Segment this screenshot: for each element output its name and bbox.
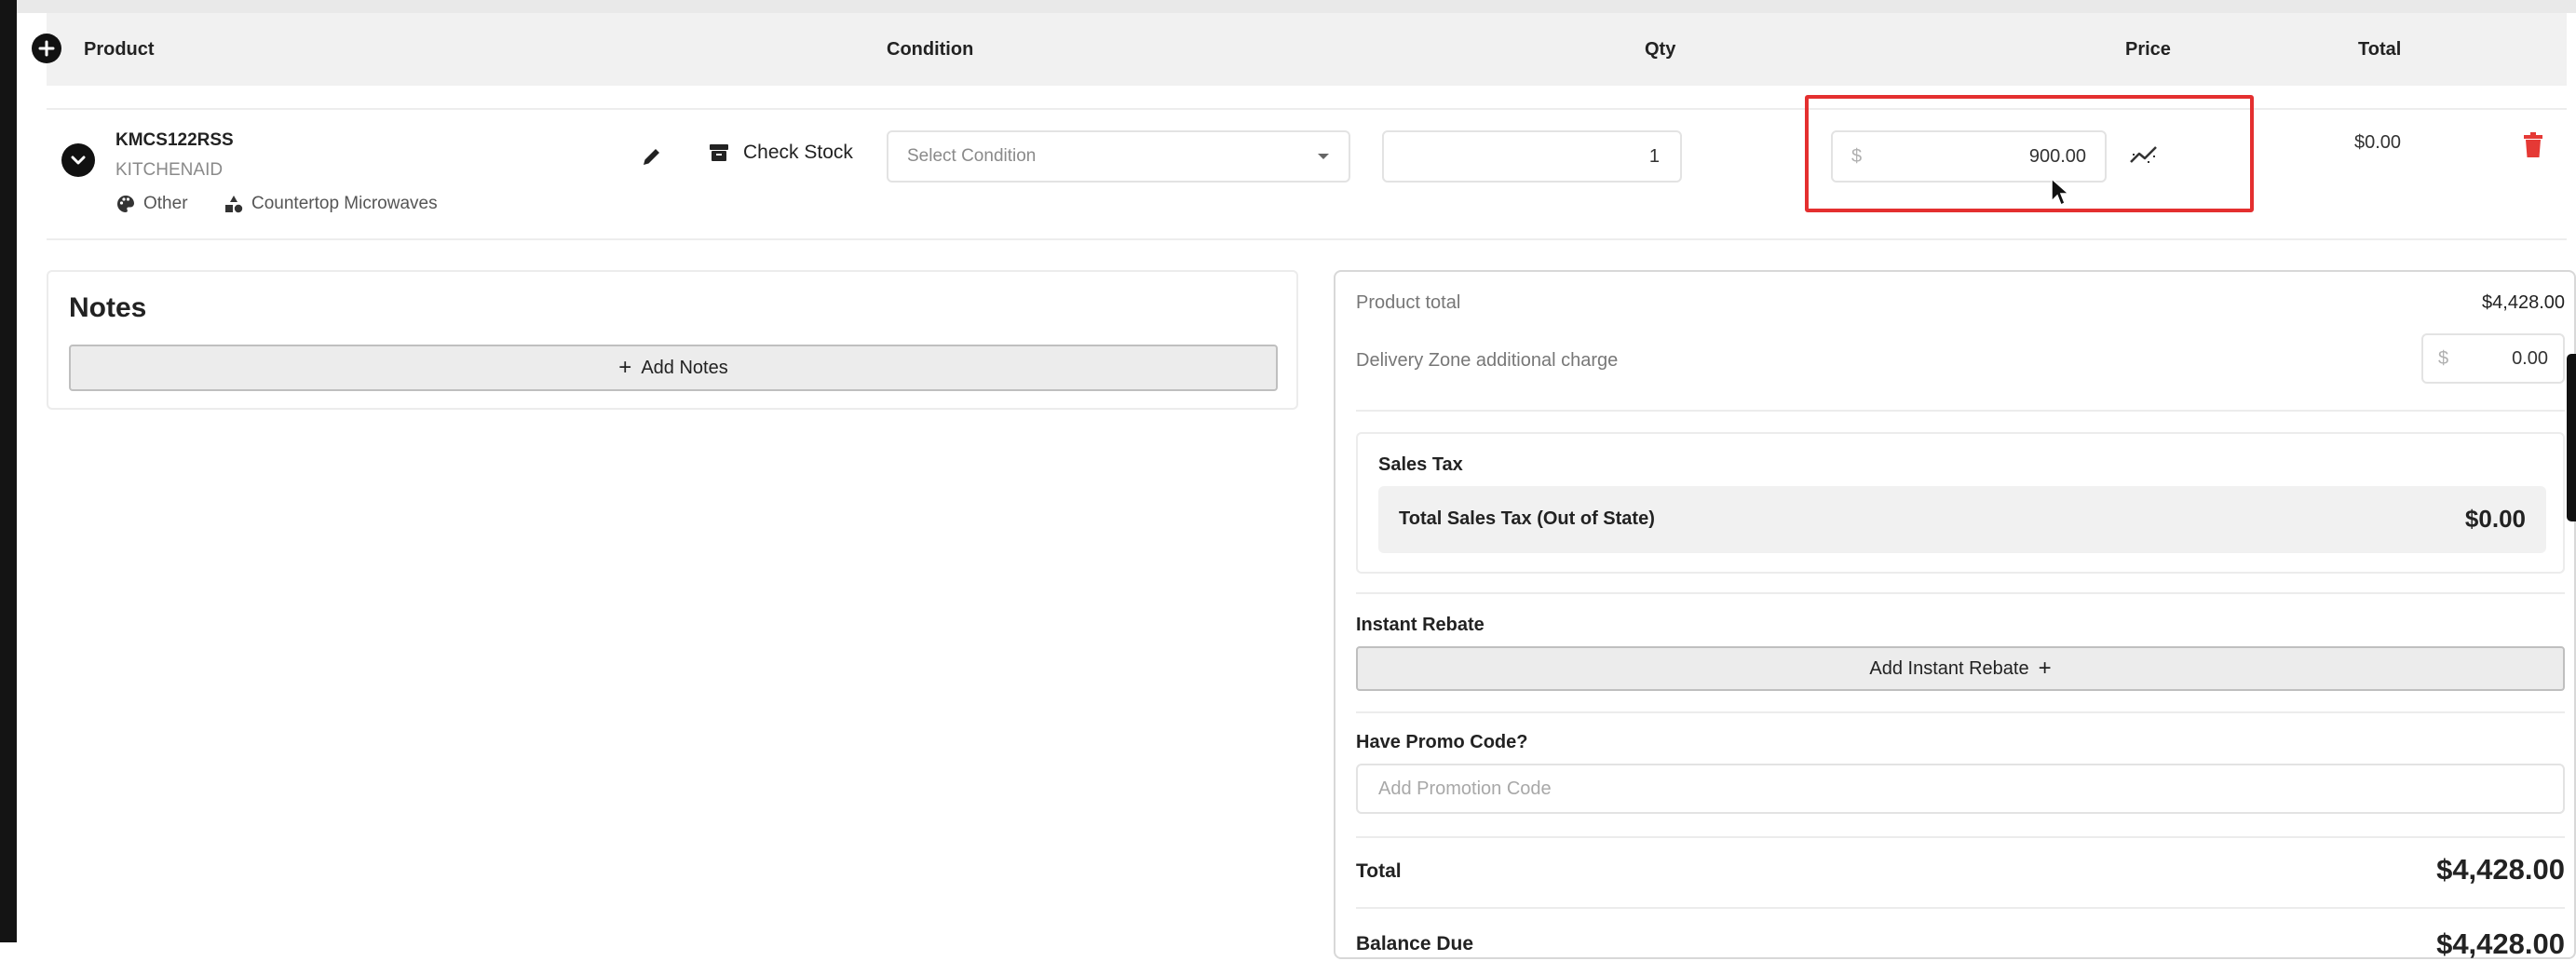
sales-tax-row: Total Sales Tax (Out of State) $0.00 xyxy=(1378,486,2546,553)
sales-tax-row-value: $0.00 xyxy=(2464,505,2526,533)
header-total: Total xyxy=(2358,38,2402,60)
product-total-value: $4,428.00 xyxy=(2482,292,2565,313)
top-scroll-shadow xyxy=(17,0,2576,13)
header-condition: Condition xyxy=(887,38,974,60)
row-total: $0.00 xyxy=(2354,132,2402,153)
summary-divider-2 xyxy=(1356,592,2565,594)
delete-row-button[interactable] xyxy=(2522,132,2544,163)
price-history-button[interactable] xyxy=(2129,143,2161,170)
price-currency: $ xyxy=(1851,145,1863,167)
scrollbar-thumb[interactable] xyxy=(2567,354,2576,521)
plus-icon: + xyxy=(2038,656,2052,681)
summary-divider-5 xyxy=(1356,907,2565,909)
balance-due-label: Balance Due xyxy=(1356,933,1474,954)
add-product-button[interactable] xyxy=(32,34,61,63)
summary-divider-1 xyxy=(1356,410,2565,412)
add-notes-button[interactable]: + Add Notes xyxy=(69,345,1278,391)
header-product: Product xyxy=(84,38,155,60)
delivery-charge-input[interactable]: $ 0.00 xyxy=(2421,333,2565,384)
notes-card: Notes + Add Notes xyxy=(47,270,1298,410)
summary-divider-3 xyxy=(1356,711,2565,713)
add-instant-rebate-button[interactable]: Add Instant Rebate + xyxy=(1356,646,2565,691)
total-value: $4,428.00 xyxy=(2436,853,2565,886)
delivery-currency: $ xyxy=(2438,347,2449,369)
color-tag-label: Other xyxy=(143,194,188,213)
archive-icon xyxy=(710,144,728,161)
delivery-charge-value: 0.00 xyxy=(2512,347,2548,369)
notes-title: Notes xyxy=(69,292,147,323)
plus-icon: + xyxy=(618,355,632,380)
promo-code-placeholder: Add Promotion Code xyxy=(1378,778,1552,799)
expand-row-button[interactable] xyxy=(61,143,95,177)
qty-value: 1 xyxy=(1648,145,1660,167)
color-tag: Other xyxy=(115,194,188,214)
delivery-charge-label: Delivery Zone additional charge xyxy=(1356,350,1619,371)
price-input[interactable]: $ 900.00 xyxy=(1831,130,2107,183)
sales-tax-card: Sales Tax Total Sales Tax (Out of State)… xyxy=(1356,432,2565,574)
total-label: Total xyxy=(1356,860,1402,882)
category-tag-label: Countertop Microwaves xyxy=(251,194,438,213)
add-notes-label: Add Notes xyxy=(641,357,728,378)
pencil-icon xyxy=(644,149,659,165)
balance-due-value: $4,428.00 xyxy=(2436,927,2565,960)
qty-input[interactable]: 1 xyxy=(1382,130,1682,183)
plus-icon xyxy=(38,40,55,57)
table-header: Product Condition Qty Price Total xyxy=(47,13,2567,86)
row-divider-bottom xyxy=(47,238,2567,240)
instant-rebate-title: Instant Rebate xyxy=(1356,615,1485,635)
chart-trend-icon xyxy=(2130,146,2157,163)
product-brand: KITCHENAID xyxy=(115,160,224,180)
palette-icon xyxy=(117,196,134,212)
product-total-label: Product total xyxy=(1356,292,1461,313)
summary-divider-4 xyxy=(1356,836,2565,838)
trash-icon xyxy=(2524,132,2542,157)
product-sku: KMCS122RSS xyxy=(115,130,234,150)
header-qty: Qty xyxy=(1645,38,1676,60)
promo-code-input[interactable]: Add Promotion Code xyxy=(1356,764,2565,814)
condition-select-placeholder: Select Condition xyxy=(907,146,1037,166)
category-tag: Countertop Microwaves xyxy=(224,194,438,214)
condition-select[interactable]: Select Condition xyxy=(887,130,1350,183)
price-value: 900.00 xyxy=(2028,145,2086,167)
sales-tax-row-label: Total Sales Tax (Out of State) xyxy=(1399,508,1655,529)
left-frame-edge xyxy=(0,0,17,942)
caret-down-icon xyxy=(1318,154,1329,159)
edit-product-button[interactable] xyxy=(641,145,663,172)
chevron-down-icon xyxy=(71,156,86,165)
sales-tax-title: Sales Tax xyxy=(1378,454,1463,475)
check-stock-button[interactable]: Check Stock xyxy=(708,142,853,164)
header-price: Price xyxy=(2125,38,2171,60)
check-stock-label: Check Stock xyxy=(743,142,853,163)
shapes-icon xyxy=(225,196,243,213)
promo-code-title: Have Promo Code? xyxy=(1356,732,1528,752)
add-instant-rebate-label: Add Instant Rebate xyxy=(1869,657,2029,679)
mouse-pointer-icon xyxy=(2051,177,2070,207)
